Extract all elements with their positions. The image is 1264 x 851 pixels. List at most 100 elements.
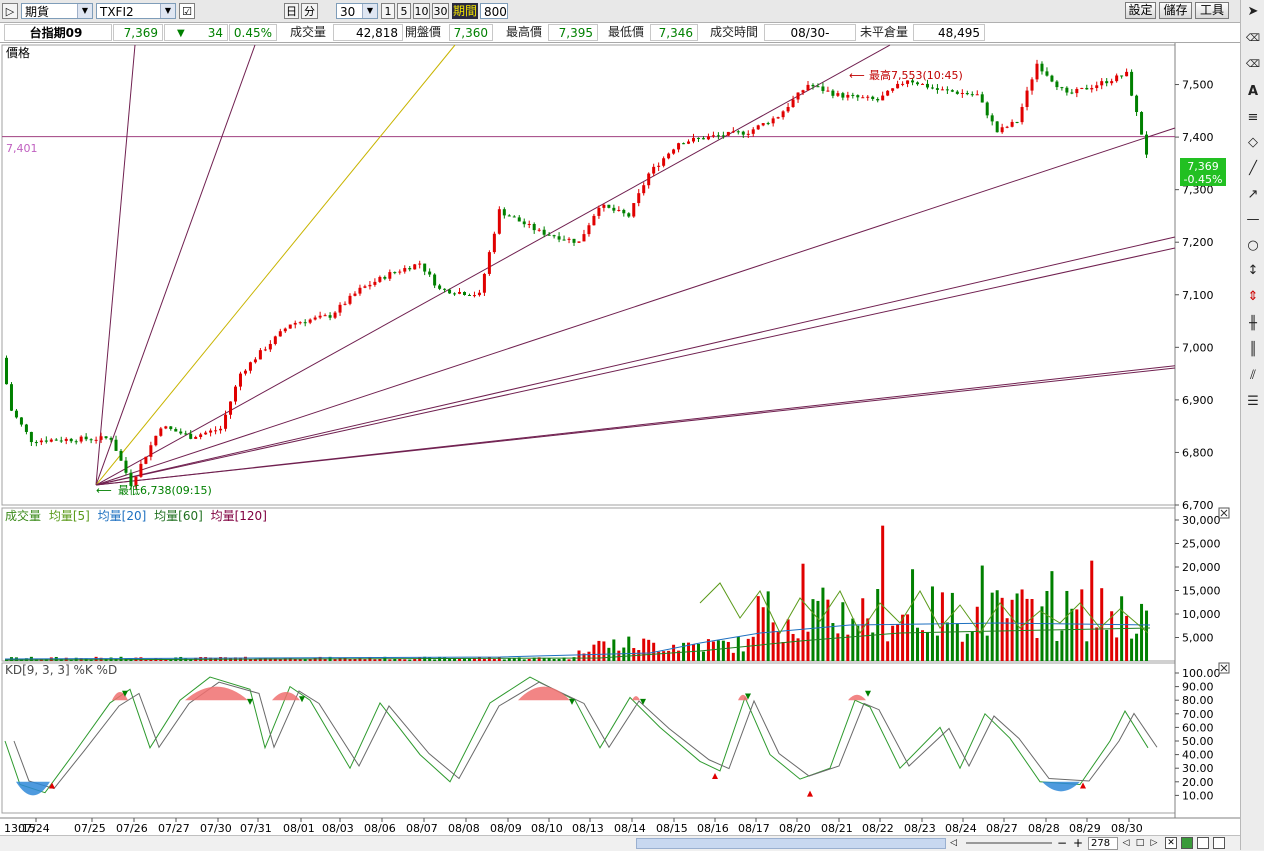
text-tool-icon[interactable]: A [1244, 83, 1262, 101]
interval-30-button[interactable]: 30 [432, 3, 449, 19]
hline-tool-icon[interactable]: — [1244, 211, 1262, 229]
scroll-right-end-icon[interactable]: ▷ [1148, 837, 1160, 849]
candle [726, 131, 730, 136]
settings-button[interactable]: 設定 [1125, 2, 1156, 19]
price-chart[interactable]: 7,5007,4007,3007,2007,1007,0006,9006,800… [0, 43, 1240, 835]
volume-bar [577, 650, 581, 661]
fill-tool-icon[interactable]: ◇ [1244, 134, 1262, 152]
zoom-in-icon[interactable]: + [1072, 837, 1084, 849]
checkbox-icon[interactable]: ☑ [179, 3, 195, 19]
day-button[interactable]: 日 [284, 3, 299, 19]
volume-bar [925, 632, 929, 661]
candle [647, 173, 651, 186]
minute-button[interactable]: 分 [301, 3, 318, 19]
candle [532, 223, 536, 231]
candle [174, 429, 178, 432]
volume-tick-label: 20,000 [1182, 561, 1221, 574]
candle [69, 438, 73, 442]
candle [562, 239, 566, 241]
volume-bar [502, 659, 506, 661]
scroll-left-end-icon[interactable]: ◁ [1120, 837, 1132, 849]
open-label: 開盤價 [405, 25, 442, 39]
x-tick-label: 08/16 [697, 822, 729, 835]
arrow-line-icon[interactable]: ↗ [1244, 186, 1262, 204]
candle [89, 439, 93, 441]
zoom-input[interactable]: 278 [1088, 837, 1118, 850]
candle [891, 88, 895, 91]
tools-button[interactable]: 工具 [1195, 2, 1229, 19]
eraser-one-icon[interactable]: ⌫ [1244, 30, 1262, 48]
period-input[interactable]: 800 [480, 3, 508, 19]
candle [204, 432, 208, 435]
chart-icon[interactable] [1213, 837, 1225, 849]
candle [368, 284, 372, 287]
circle-tool-icon[interactable]: ○ [1244, 237, 1262, 255]
candle [851, 94, 855, 96]
volume-bar [433, 659, 437, 661]
volume-bar [995, 590, 999, 661]
market-select[interactable]: 期貨 ▼ [21, 3, 93, 19]
volume-bar [388, 659, 392, 661]
volume-bar [527, 658, 531, 661]
vertical-lines-icon[interactable]: ║ [1244, 341, 1262, 359]
candle [771, 118, 775, 124]
export-icon[interactable] [1181, 837, 1193, 849]
fan-tool-icon[interactable]: ⫽ [1244, 367, 1262, 385]
close-icon[interactable]: ✕ [1165, 837, 1177, 849]
x-tick-label: 08/29 [1069, 822, 1101, 835]
horizontal-lines-icon[interactable]: ≡ [1244, 109, 1262, 127]
interval-1-button[interactable]: 1 [381, 3, 395, 19]
scroll-left-icon[interactable]: ◁ [950, 838, 962, 849]
fibonacci-tool-icon[interactable]: ☰ [1244, 393, 1262, 411]
candle [1075, 88, 1079, 94]
volume-bar [617, 650, 621, 661]
candle [1125, 71, 1129, 77]
candle [1130, 71, 1134, 96]
candle [492, 233, 496, 253]
candle [831, 90, 835, 96]
candle [408, 268, 412, 270]
save-button[interactable]: 儲存 [1159, 2, 1192, 19]
candle [283, 328, 287, 332]
cursor-arrow-icon[interactable]: ➤ [1244, 3, 1262, 21]
panel-close-icon[interactable] [1218, 662, 1230, 674]
interval-10-button[interactable]: 10 [413, 3, 430, 19]
panel-close-icon[interactable] [1218, 507, 1230, 519]
candle [587, 225, 591, 235]
candle [109, 438, 113, 440]
x-tick-label: 08/06 [364, 822, 396, 835]
candle [54, 439, 58, 441]
bar-tool-icon[interactable]: ╫ [1244, 315, 1262, 333]
volume-bar [786, 619, 790, 661]
volume-bar [766, 591, 770, 661]
interval-select[interactable]: 30 ▼ [336, 3, 378, 19]
candle [642, 185, 646, 194]
line-tool-icon[interactable]: ╱ [1244, 160, 1262, 178]
candle [482, 273, 486, 293]
vline-tool-icon[interactable]: ↕ [1244, 262, 1262, 280]
zoom-out-icon[interactable]: − [1056, 837, 1068, 849]
candle [443, 288, 447, 290]
symbol-select[interactable]: TXFI2 ▼ [96, 3, 176, 19]
interval-5-button[interactable]: 5 [397, 3, 411, 19]
candle [766, 123, 770, 125]
candle [323, 315, 327, 317]
candle [403, 268, 407, 272]
zoom-slider-track[interactable] [966, 842, 1052, 844]
candle [234, 386, 237, 402]
candle [124, 460, 128, 473]
candle [736, 131, 740, 133]
candle [597, 207, 601, 216]
volume-bar [547, 658, 551, 661]
volume-bar [622, 647, 626, 661]
candle [64, 438, 68, 441]
volume-bar [985, 635, 989, 661]
horizontal-scroll-thumb[interactable] [636, 838, 946, 849]
play-icon[interactable]: ▷ [2, 3, 18, 19]
stop-icon[interactable]: □ [1134, 837, 1146, 849]
candle [1140, 112, 1144, 135]
volume-bar [1085, 641, 1089, 661]
print-icon[interactable] [1197, 837, 1209, 849]
candle-marker-icon[interactable]: ⇕ [1244, 288, 1262, 306]
eraser-all-icon[interactable]: ⌫ [1244, 56, 1262, 74]
